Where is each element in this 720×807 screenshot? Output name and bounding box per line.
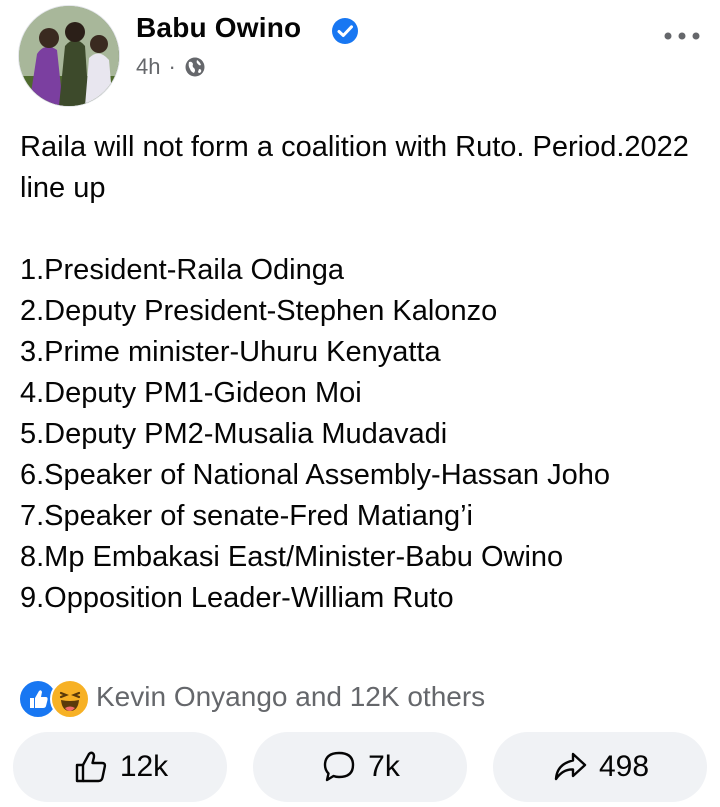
reaction-icons [18,678,96,719]
post-meta: 4h · [136,54,206,80]
like-count: 12k [119,750,169,783]
author-name[interactable]: Babu Owino [136,12,301,44]
comment-button[interactable]: 7k [253,732,467,802]
share-arrow-icon [554,752,587,781]
comment-count: 7k [368,750,400,783]
post-header: Babu Owino 4h · [0,0,720,110]
thumbs-up-icon [75,751,106,783]
globe-icon [185,57,205,77]
share-count: 498 [598,750,650,783]
like-button[interactable]: 12k [13,732,227,802]
haha-reaction-icon [50,679,90,719]
more-options-icon[interactable] [662,24,702,48]
share-button[interactable]: 498 [493,732,707,802]
author-avatar[interactable] [18,5,120,107]
meta-separator: · [168,54,176,79]
post-text: Raila will not form a coalition with Rut… [20,131,689,614]
reaction-summary-text[interactable]: Kevin Onyango and 12K others [96,681,485,713]
reaction-summary[interactable]: Kevin Onyango and 12K others [18,678,485,719]
comment-bubble-icon [323,751,355,782]
verified-badge-icon [332,18,358,44]
post-timestamp[interactable]: 4h [136,54,160,80]
post-actions: 12k 7k 498 [0,732,720,804]
